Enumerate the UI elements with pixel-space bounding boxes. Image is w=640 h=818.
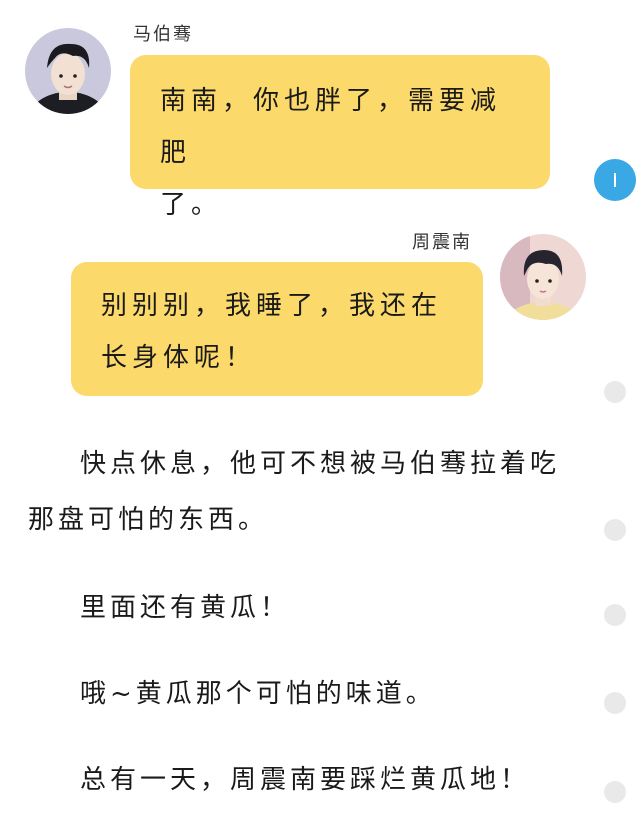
paragraph-line: 哦~黄瓜那个可怕的味道。: [80, 679, 436, 709]
bubble-line: 别别别，我睡了，我还在: [101, 291, 443, 321]
sender-avatar-left[interactable]: [25, 28, 111, 114]
story-paragraph: 快点休息，他可不想被马伯骞拉着吃 那盘可怕的东西。: [28, 436, 573, 548]
story-paragraph: 哦~黄瓜那个可怕的味道。: [28, 666, 573, 722]
sender-name: 马伯骞: [133, 24, 193, 45]
paragraph-line: 那盘可怕的东西。: [28, 505, 269, 535]
sender-avatar-right[interactable]: [500, 234, 586, 320]
chat-bubble-right: 别别别，我睡了，我还在 长身体呢！: [71, 262, 483, 396]
scroll-dot-icon[interactable]: [604, 781, 626, 803]
bubble-line: 了。: [160, 190, 223, 220]
scroll-dot-icon[interactable]: [604, 519, 626, 541]
scroll-dot-icon[interactable]: [604, 604, 626, 626]
story-paragraph: 总有一天，周震南要踩烂黄瓜地！: [28, 752, 573, 808]
scroll-position-indicator[interactable]: [594, 159, 636, 201]
paragraph-line: 快点休息，他可不想被马伯骞拉着吃: [80, 449, 561, 479]
scroll-dot-icon[interactable]: [604, 381, 626, 403]
scroll-dot-icon[interactable]: [604, 692, 626, 714]
bubble-line: 长身体呢！: [101, 343, 257, 373]
avatar-icon: [500, 234, 586, 320]
avatar-icon: [25, 28, 111, 114]
scroll-dot-icon: [614, 173, 616, 187]
bubble-line: 南南，你也胖了，需要减肥: [160, 86, 502, 168]
chat-bubble-left: 南南，你也胖了，需要减肥 了。: [130, 55, 550, 220]
story-paragraph: 里面还有黄瓜！: [28, 580, 573, 636]
paragraph-line: 总有一天，周震南要踩烂黄瓜地！: [80, 765, 531, 795]
paragraph-line: 里面还有黄瓜！: [80, 593, 291, 623]
sender-name: 周震南: [412, 232, 472, 253]
